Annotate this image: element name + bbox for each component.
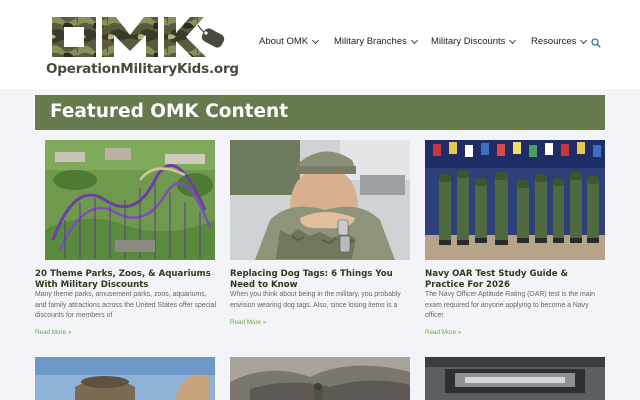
article-excerpt: Many theme parks, amusement parks, zoos,…	[35, 291, 217, 320]
search-icon[interactable]	[591, 38, 601, 48]
read-more-link[interactable]: Read More »	[425, 329, 461, 336]
site-logo[interactable]: OperationMilitaryKids.org	[46, 13, 239, 81]
chevron-down-icon	[580, 36, 588, 44]
site-logo-text: OperationMilitaryKids.org	[46, 61, 239, 77]
nav-military-branches[interactable]: Military Branches	[334, 36, 418, 47]
dog-tags-image[interactable]	[230, 140, 410, 260]
nav-military-discounts-label: Military Discounts	[431, 36, 506, 47]
chevron-down-icon	[509, 36, 517, 44]
nav-military-discounts[interactable]: Military Discounts	[431, 36, 517, 47]
nav-resources[interactable]: Resources	[531, 36, 588, 47]
omk-logo-letters	[52, 17, 225, 57]
chevron-down-icon	[410, 36, 418, 44]
article-excerpt: When you think about being in the milita…	[230, 291, 401, 309]
article-card-image[interactable]	[425, 357, 605, 400]
article-title[interactable]: Replacing Dog Tags: 6 Things You Need to…	[230, 269, 415, 291]
article-title[interactable]: Navy OAR Test Study Guide & Practice For…	[425, 269, 610, 291]
nav-resources-label: Resources	[531, 36, 577, 47]
nav-military-branches-label: Military Branches	[334, 36, 407, 47]
site-header: OperationMilitaryKids.org About OMK Mili…	[0, 0, 640, 89]
article-card-image[interactable]	[230, 357, 410, 400]
read-more-link[interactable]: Read More »	[35, 329, 71, 336]
article-title[interactable]: 20 Theme Parks, Zoos, & Aquariums With M…	[35, 269, 220, 291]
navy-formation-image[interactable]	[425, 140, 605, 260]
nav-about-omk-label: About OMK	[259, 36, 309, 47]
article-card-image[interactable]	[35, 357, 215, 400]
theme-park-image[interactable]	[45, 140, 215, 260]
nav-about-omk[interactable]: About OMK	[259, 36, 320, 47]
read-more-link[interactable]: Read More »	[230, 319, 266, 326]
featured-title: Featured OMK Content	[50, 101, 289, 122]
chevron-down-icon	[312, 36, 320, 44]
featured-banner: Featured OMK Content	[35, 95, 605, 130]
article-excerpt: The Navy Officer Aptitude Rating (OAR) t…	[425, 291, 595, 320]
